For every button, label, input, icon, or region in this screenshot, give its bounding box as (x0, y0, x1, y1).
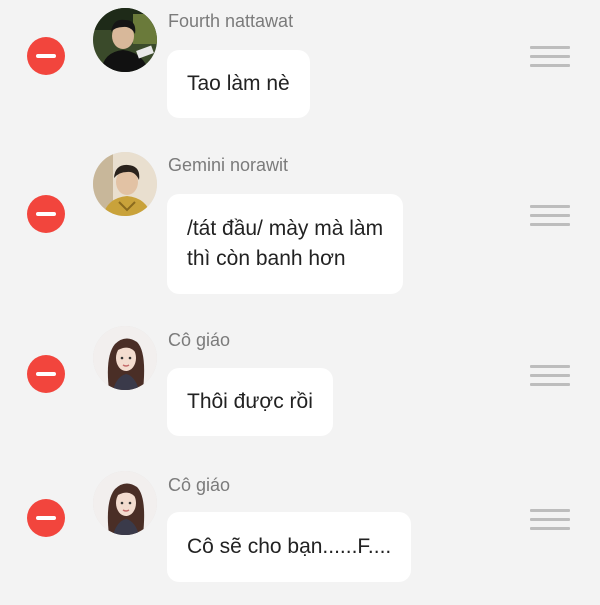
drag-handle-icon[interactable] (530, 205, 570, 227)
message-row: Fourth nattawat Tao làm nè (0, 0, 600, 140)
avatar[interactable] (93, 152, 157, 216)
drag-handle-icon[interactable] (530, 46, 570, 68)
message-row: Cô giáo Thôi được rồi (0, 315, 600, 460)
remove-message-button[interactable] (27, 37, 65, 75)
avatar[interactable] (93, 326, 157, 390)
sender-name: Cô giáo (168, 475, 231, 495)
message-row: Gemini norawit /tát đầu/ mày mà làm thì … (0, 140, 600, 315)
message-bubble[interactable]: Tao làm nè (167, 50, 310, 118)
remove-message-button[interactable] (27, 499, 65, 537)
drag-handle-icon[interactable] (530, 365, 570, 387)
avatar-teacher-image (93, 471, 157, 535)
avatar-fourth-image (93, 8, 157, 72)
message-text: Cô sẽ cho bạn......F.... (187, 535, 392, 558)
message-list: Fourth nattawat Tao làm nè Gemini norawi… (0, 0, 600, 605)
message-bubble[interactable]: Thôi được rồi (167, 368, 333, 436)
message-text: Thôi được rồi (187, 390, 313, 413)
avatar[interactable] (93, 471, 157, 535)
message-bubble[interactable]: /tát đầu/ mày mà làm thì còn banh hơn (167, 194, 404, 294)
avatar[interactable] (93, 8, 157, 72)
message-text-line: /tát đầu/ mày mà làm (187, 217, 384, 240)
message-row: Cô giáo Cô sẽ cho bạn......F.... (0, 460, 600, 605)
message-text-line: thì còn banh hơn (187, 247, 346, 270)
remove-message-button[interactable] (27, 195, 65, 233)
remove-message-button[interactable] (27, 355, 65, 393)
sender-name: Fourth nattawat (168, 11, 294, 31)
sender-name: Cô giáo (168, 330, 231, 350)
message-text: Tao làm nè (187, 72, 290, 95)
avatar-gemini-image (93, 152, 157, 216)
drag-handle-icon[interactable] (530, 509, 570, 531)
sender-name: Gemini norawit (168, 155, 289, 175)
message-bubble[interactable]: Cô sẽ cho bạn......F.... (167, 512, 412, 582)
avatar-teacher-image (93, 326, 157, 390)
